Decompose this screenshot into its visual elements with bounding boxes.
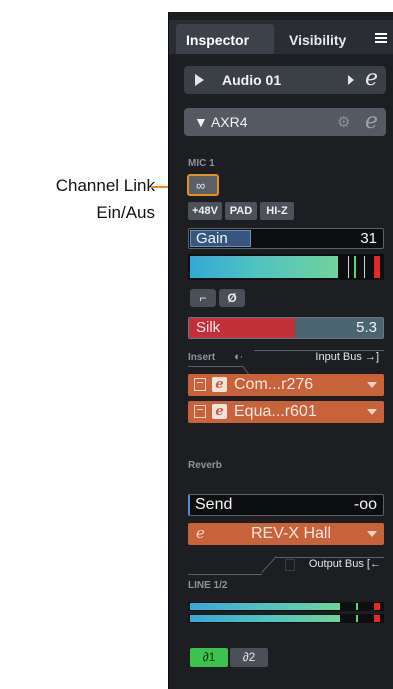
hi-z-button[interactable]: HI-Z	[260, 202, 294, 220]
meter-bar	[190, 256, 338, 278]
chevron-down-icon[interactable]	[367, 382, 377, 388]
input-bus-label: Input Bus →]	[315, 351, 379, 363]
chevron-down-icon[interactable]	[367, 409, 377, 415]
silk-slider[interactable]: Silk 5.3	[188, 317, 384, 339]
chevron-down-icon[interactable]	[367, 531, 377, 537]
line-meter-bar	[190, 615, 340, 622]
line-meter-peak	[356, 603, 358, 610]
line-meter-right	[188, 614, 384, 623]
silk-value: 5.3	[356, 319, 377, 336]
line-meter-bar	[190, 603, 340, 610]
insert-header: Insert ◖· Input Bus →]	[188, 350, 384, 366]
edit-plugin-icon[interactable]: e	[212, 404, 227, 419]
gear-icon[interactable]: ⚙	[337, 113, 350, 131]
plugin-name: Com...r276	[234, 376, 314, 393]
pad-button[interactable]: PAD	[225, 202, 257, 220]
expand-triangle-icon[interactable]	[195, 74, 204, 86]
insert-slot-1[interactable]: e Com...r276	[188, 374, 384, 396]
mic-section-label: MIC 1	[188, 158, 215, 169]
insert-divider	[188, 366, 242, 367]
low-cut-button[interactable]: ⌐	[190, 289, 216, 307]
meter-peak-tick	[354, 256, 356, 278]
meter-clip-indicator	[374, 256, 380, 278]
line-meter-left	[188, 602, 384, 611]
device-name: ▼ AXR4	[194, 114, 248, 130]
link-icon: ∞	[196, 178, 206, 193]
inspector-panel: Inspector Visibility Audio 01 e ▼ AXR4 ⚙…	[168, 12, 393, 689]
plugin-name: Equa...r601	[234, 403, 317, 420]
silk-label: Silk	[196, 319, 221, 336]
reverb-send-slider[interactable]: Send -oo	[188, 494, 384, 516]
track-name: Audio 01	[222, 72, 282, 88]
output-bus-row: Output Bus [←	[188, 558, 384, 574]
reverb-section-label: Reverb	[188, 460, 222, 471]
output-divider	[188, 574, 262, 575]
insert-label: Insert	[188, 352, 216, 363]
gain-slider[interactable]: Gain 31	[188, 228, 384, 249]
edit-channel-icon[interactable]: e	[365, 68, 378, 90]
send-label: Send	[195, 496, 233, 513]
edit-device-icon[interactable]: e	[365, 111, 378, 133]
bypass-icon[interactable]	[194, 405, 206, 418]
insert-position-icon[interactable]: ◖·	[233, 351, 243, 363]
gain-value: 31	[360, 230, 377, 247]
insert-slot-2[interactable]: e Equa...r601	[188, 401, 384, 423]
tab-bar: Inspector Visibility	[169, 20, 393, 54]
gain-label: Gain	[196, 230, 228, 247]
tab-menu-icon[interactable]	[375, 33, 387, 43]
line-meter-clip	[374, 615, 380, 622]
channel-link-button[interactable]: ∞	[187, 174, 219, 196]
output-bus-label: Output Bus [←	[308, 558, 381, 570]
callout-channel-link: Channel Link	[55, 176, 155, 195]
track-header[interactable]: Audio 01 e	[184, 66, 386, 94]
meter-divider	[348, 256, 349, 278]
input-level-meter	[188, 254, 384, 280]
track-arrow-icon[interactable]	[348, 75, 354, 85]
tab-inspector[interactable]: Inspector	[176, 24, 274, 54]
edit-plugin-icon[interactable]: e	[212, 377, 227, 392]
edit-reverb-icon[interactable]: e	[196, 524, 205, 542]
phase-button[interactable]: Ø	[219, 289, 245, 307]
device-header[interactable]: ▼ AXR4 ⚙ e	[184, 108, 386, 136]
phantom-power-button[interactable]: +48V	[188, 202, 222, 220]
meter-divider	[364, 256, 365, 278]
insert-divider-top	[254, 350, 384, 351]
tab-visibility[interactable]: Visibility	[279, 24, 356, 54]
callout-on-off: Ein/Aus	[96, 203, 155, 222]
monitor-2-button[interactable]: ∂2	[230, 648, 268, 667]
send-value: -oo	[353, 496, 377, 513]
monitor-1-button[interactable]: ∂1	[190, 648, 228, 667]
line-meter-clip	[374, 603, 380, 610]
output-bus-checkbox[interactable]	[285, 559, 295, 571]
reverb-type-select[interactable]: e REV-X Hall	[188, 523, 384, 545]
reverb-type-name: REV-X Hall	[251, 525, 332, 542]
bypass-icon[interactable]	[194, 378, 206, 391]
line-meter-peak	[356, 615, 358, 622]
line-section-label: LINE 1/2	[188, 580, 228, 591]
